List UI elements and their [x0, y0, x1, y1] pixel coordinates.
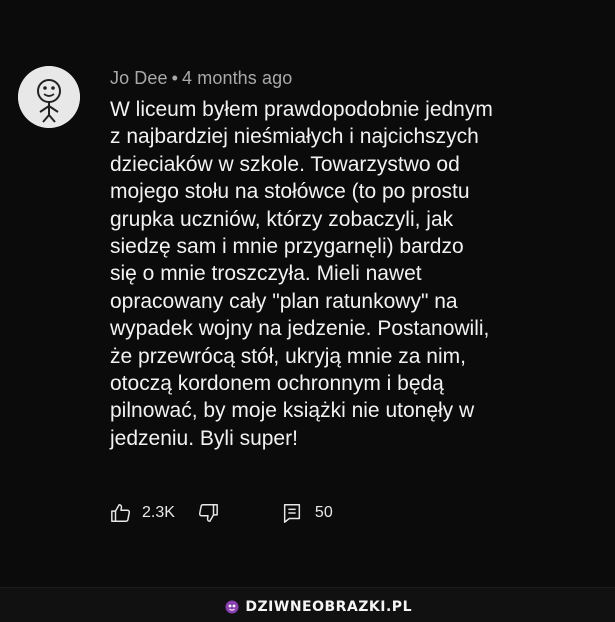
comment-text-line: W liceum byłem prawdopodobnie jednym: [110, 98, 493, 121]
comment-text-line: że przewrócą stół, ukryją mnie za nim,: [110, 344, 466, 368]
page: Jo Dee • 4 months ago W liceum byłem prawd…: [0, 0, 615, 622]
footer-bar: DZIWNEOBRAZKI.PL: [0, 587, 615, 622]
watermark[interactable]: DZIWNEOBRAZKI.PL: [225, 599, 412, 615]
brand-icon: [225, 600, 239, 614]
thumbs-down-icon[interactable]: [197, 502, 219, 524]
avatar[interactable]: [18, 66, 80, 128]
comment-text-line: opracowany cały "plan ratunkowy" na: [110, 289, 458, 313]
comment-text: W liceum byłem prawdopodobnie jednym z n…: [110, 96, 605, 452]
comment-text-line: pilnować, by moje książki nie utonęły w: [110, 399, 475, 423]
comment-text-line: grupka uczniów, którzy zobaczyli, jak: [110, 207, 454, 231]
comment-text-line: otoczą kordonem ochronnym i będą: [110, 372, 444, 396]
like-button[interactable]: 2.3K: [110, 502, 175, 524]
comment-text-line: z najbardziej nieśmiałych i najcichszych: [110, 125, 479, 149]
thumbs-up-icon[interactable]: [110, 502, 132, 524]
comment-text-line: dzieciaków w szkole. Towarzystwo od: [110, 152, 460, 176]
watermark-text: DZIWNEOBRAZKI.PL: [245, 599, 412, 615]
like-count: 2.3K: [142, 504, 175, 521]
meta-separator: •: [171, 68, 179, 88]
dislike-button[interactable]: [197, 502, 219, 524]
reply-count: 50: [314, 504, 333, 521]
comment-text-line: siedzę sam i mnie przygarnęli) bardzo: [110, 235, 464, 259]
avatar-icon: [18, 66, 80, 128]
author-name[interactable]: Jo Dee: [110, 68, 168, 88]
reply-icon[interactable]: [281, 502, 303, 524]
comment-timestamp[interactable]: 4 months ago: [182, 68, 292, 88]
comment-actions: 2.3K 50: [110, 500, 333, 526]
comment-text-line: się o mnie troszczyła. Mieli nawet: [110, 262, 422, 286]
reply-button[interactable]: 50: [281, 502, 333, 524]
comment-meta: Jo Dee • 4 months ago: [110, 66, 605, 90]
comment-text-line: wypadek wojny na jedzenie. Postanowili,: [110, 317, 490, 341]
comment-text-line: jedzeniu. Byli super!: [110, 426, 298, 450]
comment: Jo Dee • 4 months ago W liceum byłem prawd…: [110, 66, 605, 452]
comment-text-line: mojego stołu na stołówce (to po prostu: [110, 180, 470, 204]
